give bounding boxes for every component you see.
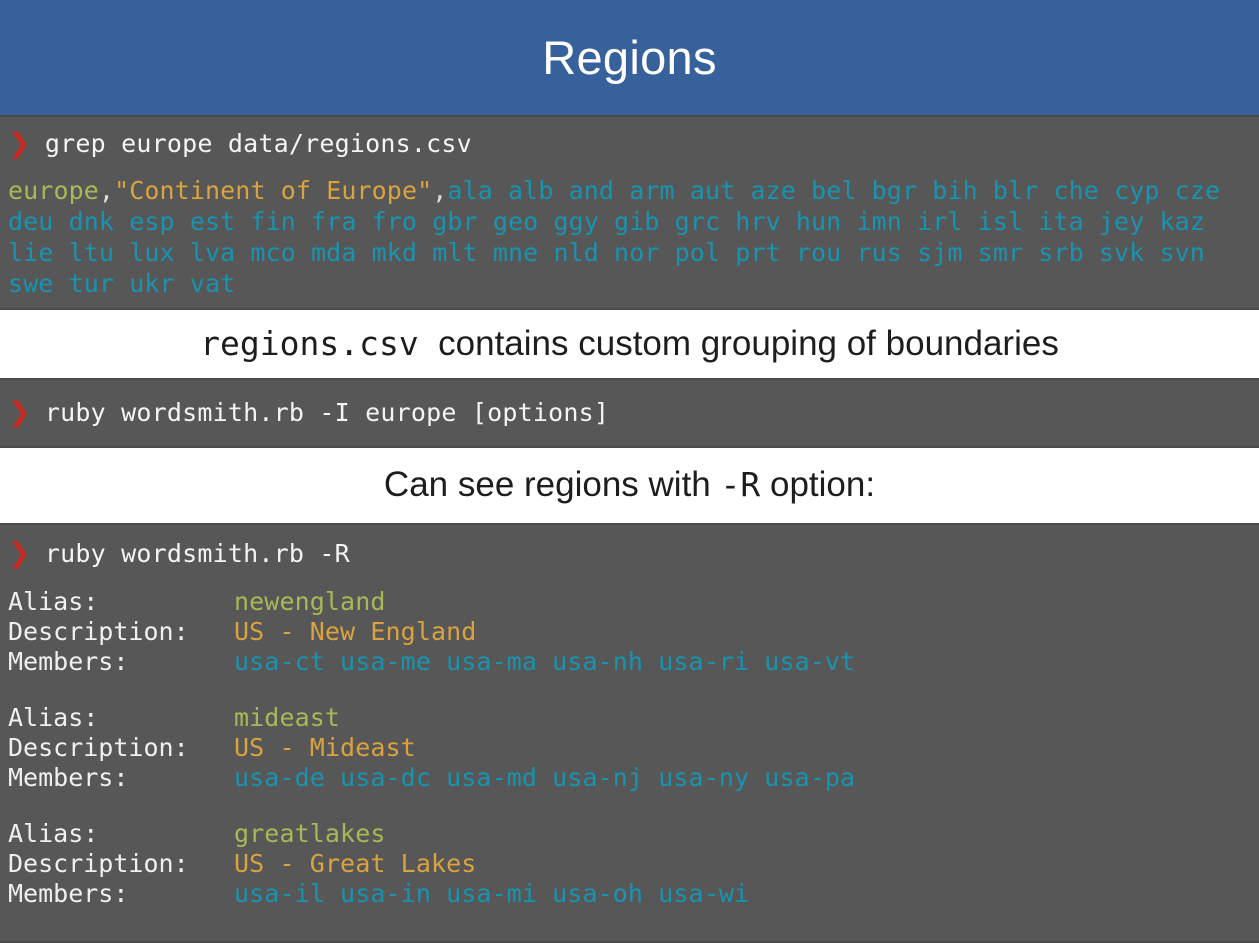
grep-output-description: "Continent of Europe"	[114, 176, 433, 205]
description-value: US - Mideast	[234, 733, 416, 762]
page-title: Regions	[542, 31, 717, 84]
prompt-chevron-icon: ❯	[8, 538, 31, 569]
alias-label: Alias:	[8, 819, 99, 848]
description-label: Description:	[8, 849, 189, 878]
alias-value: greatlakes	[234, 819, 386, 848]
caption-1-description: contains custom grouping of boundaries	[418, 323, 1059, 363]
members-label: Members:	[8, 879, 129, 908]
regions-command-text: ruby wordsmith.rb -R	[44, 539, 350, 568]
alias-value: newengland	[234, 587, 386, 616]
command-line-include: ❯ ruby wordsmith.rb -I europe [options]	[8, 398, 609, 428]
region-description-row: Description: US - Mideast	[8, 733, 1259, 763]
description-value: US - Great Lakes	[234, 849, 477, 878]
caption-band-1: regions.csv contains custom grouping of …	[0, 310, 1259, 378]
slide-root: Regions ❯ grep europe data/regions.csv e…	[0, 0, 1259, 943]
region-members-row: Members: usa-ct usa-me usa-ma usa-nh usa…	[8, 647, 1259, 677]
slide-header: Regions	[0, 0, 1259, 115]
command-line-grep: ❯ grep europe data/regions.csv	[8, 129, 1259, 159]
prompt-chevron-icon: ❯	[8, 397, 31, 428]
description-value: US - New England	[234, 617, 477, 646]
members-label: Members:	[8, 763, 129, 792]
members-value: usa-de usa-dc usa-md usa-nj usa-ny usa-p…	[234, 763, 856, 792]
regions-output-list: Alias: newengland Description: US - New …	[8, 587, 1259, 909]
region-alias-row: Alias: greatlakes	[8, 819, 1259, 849]
terminal-block-include: ❯ ruby wordsmith.rb -I europe [options]	[0, 378, 1259, 448]
alias-value: mideast	[234, 703, 341, 732]
region-entry: Alias: mideast Description: US - Mideast…	[8, 703, 1259, 793]
terminal-block-regions: ❯ ruby wordsmith.rb -R Alias: newengland…	[0, 523, 1259, 943]
include-command-text: ruby wordsmith.rb -I europe [options]	[44, 398, 610, 427]
caption-2-text: Can see regions with -R option:	[384, 466, 875, 505]
alias-label: Alias:	[8, 587, 99, 616]
grep-output-comma-1: ,	[98, 176, 115, 205]
prompt-chevron-icon: ❯	[8, 128, 31, 159]
region-members-row: Members: usa-de usa-dc usa-md usa-nj usa…	[8, 763, 1259, 793]
caption-band-2: Can see regions with -R option:	[0, 448, 1259, 523]
alias-label: Alias:	[8, 703, 99, 732]
caption-1-filename: regions.csv	[200, 323, 419, 363]
members-value: usa-ct usa-me usa-ma usa-nh usa-ri usa-v…	[234, 647, 856, 676]
region-description-row: Description: US - Great Lakes	[8, 849, 1259, 879]
grep-command-text: grep europe data/regions.csv	[44, 129, 472, 158]
terminal-block-grep: ❯ grep europe data/regions.csv europe,"C…	[0, 115, 1259, 310]
grep-output-alias: europe	[8, 176, 99, 205]
members-value: usa-il usa-in usa-mi usa-oh usa-wi	[234, 879, 750, 908]
caption-2-option-flag: -R	[720, 465, 761, 505]
region-description-row: Description: US - New England	[8, 617, 1259, 647]
region-entry: Alias: greatlakes Description: US - Grea…	[8, 819, 1259, 909]
grep-output-comma-2: ,	[432, 176, 448, 205]
caption-2-text-before: Can see regions with	[383, 465, 721, 505]
members-label: Members:	[8, 647, 129, 676]
caption-2-text-after: option:	[760, 465, 876, 505]
region-entry: Alias: newengland Description: US - New …	[8, 587, 1259, 677]
description-label: Description:	[8, 733, 189, 762]
grep-output: europe,"Continent of Europe",ala alb and…	[8, 175, 1259, 299]
description-label: Description:	[8, 617, 189, 646]
caption-1-text: regions.csv contains custom grouping of …	[200, 323, 1059, 364]
region-members-row: Members: usa-il usa-in usa-mi usa-oh usa…	[8, 879, 1259, 909]
region-alias-row: Alias: mideast	[8, 703, 1259, 733]
command-line-regions: ❯ ruby wordsmith.rb -R	[8, 539, 1259, 569]
region-alias-row: Alias: newengland	[8, 587, 1259, 617]
